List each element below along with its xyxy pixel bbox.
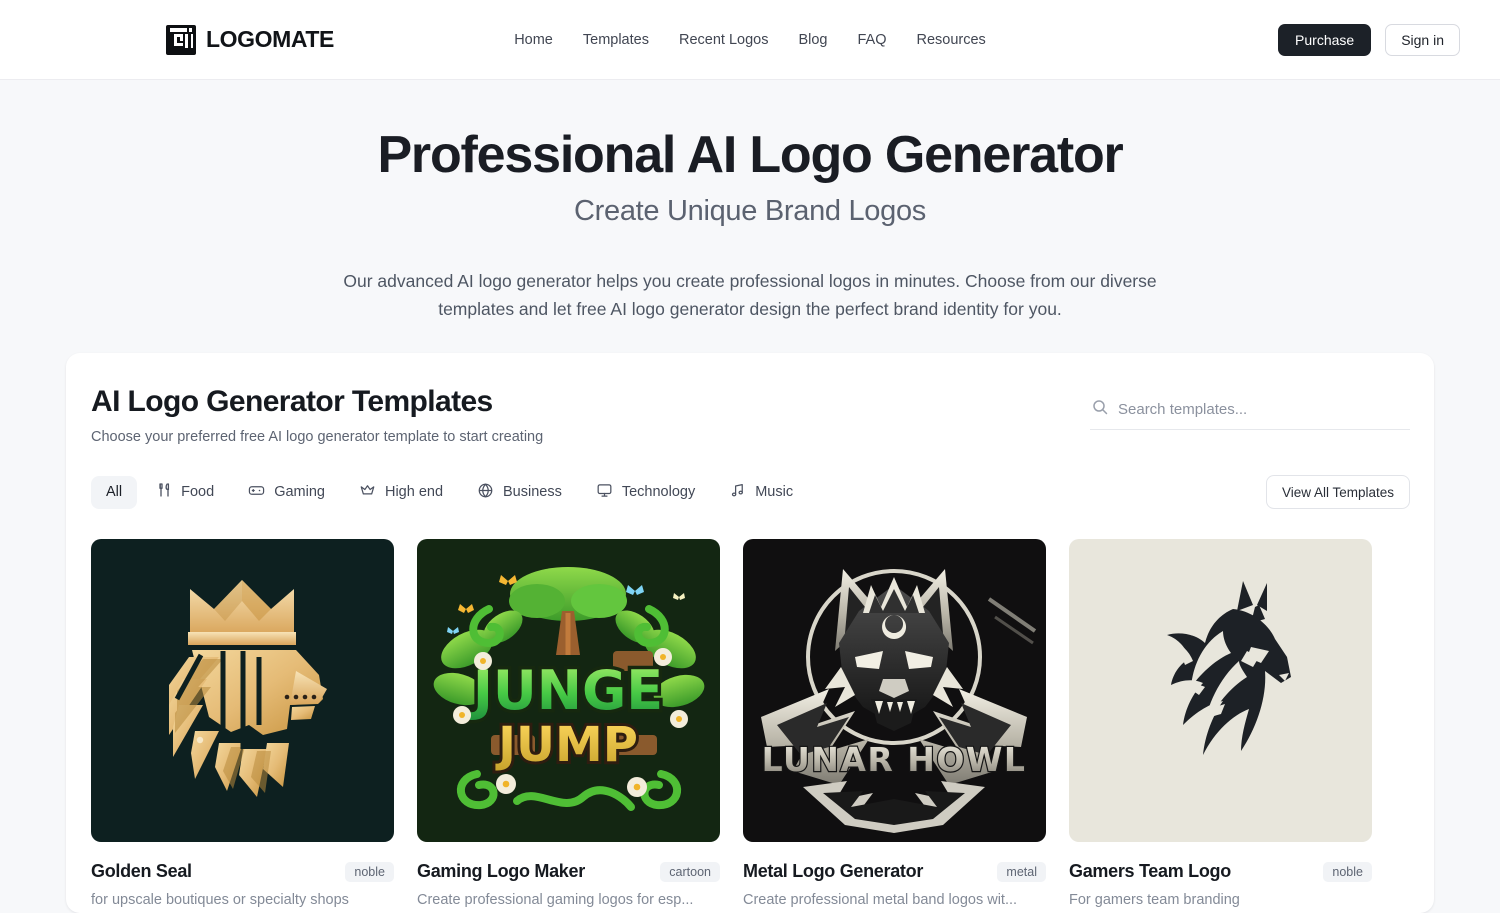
purchase-button[interactable]: Purchase [1278, 23, 1372, 56]
main-nav: Home Templates Recent Logos Blog FAQ Res… [514, 32, 986, 48]
card-title: Gaming Logo Maker [417, 861, 585, 881]
panel-heading-group: AI Logo Generator Templates Choose your … [91, 385, 543, 445]
music-note-icon [729, 482, 746, 503]
card-title: Golden Seal [91, 861, 192, 881]
card-footer: Gaming Logo Maker cartoon Create profess… [417, 861, 720, 908]
card-footer: Metal Logo Generator metal Create profes… [743, 861, 1046, 908]
filter-label: All [106, 484, 123, 500]
site-header: LOGOMATE Home Templates Recent Logos Blo… [0, 0, 1500, 80]
template-thumbnail-golden-seal[interactable] [91, 539, 394, 842]
template-card-grid: Golden Seal noble for upscale boutiques … [90, 539, 1410, 908]
category-filters: All Food Gaming High end Business Techno… [90, 475, 1410, 509]
card-title: Gamers Team Logo [1069, 861, 1231, 881]
hero-section: Professional AI Logo Generator Create Un… [0, 80, 1500, 323]
brand-logo[interactable]: LOGOMATE [166, 24, 334, 55]
filter-label: Music [755, 484, 794, 500]
nav-item-home[interactable]: Home [514, 32, 553, 48]
template-card[interactable]: JUNGE JUMP Gaming Logo Maker cartoon Cre… [417, 539, 720, 908]
status-badge: cartoon [660, 861, 720, 882]
template-card[interactable]: Gamers Team Logo noble For gamers team b… [1069, 539, 1372, 908]
template-thumbnail-gamers-team-logo[interactable] [1069, 539, 1372, 842]
page-subtitle: Create Unique Brand Logos [573, 194, 926, 227]
filter-chip-business[interactable]: Business [462, 476, 577, 509]
card-footer: Gamers Team Logo noble For gamers team b… [1069, 861, 1372, 908]
card-description: for upscale boutiques or specialty shops [91, 892, 349, 908]
globe-icon [477, 482, 494, 503]
panel-subtitle: Choose your preferred free AI logo gener… [91, 429, 544, 445]
card-description: Create professional metal band logos wit… [743, 892, 1018, 908]
monitor-icon [596, 482, 613, 503]
status-badge: noble [1323, 861, 1372, 882]
filter-chip-music[interactable]: Music [714, 476, 808, 509]
filter-chip-technology[interactable]: Technology [581, 476, 710, 509]
search-box[interactable] [1090, 399, 1410, 430]
template-card[interactable]: Golden Seal noble for upscale boutiques … [91, 539, 394, 908]
gamepad-icon [248, 482, 265, 503]
filter-chip-food[interactable]: Food [141, 476, 229, 509]
card-description: For gamers team branding [1069, 892, 1240, 908]
nav-item-recent-logos[interactable]: Recent Logos [679, 32, 768, 48]
panel-header: AI Logo Generator Templates Choose your … [90, 385, 1410, 445]
filter-label: Food [181, 484, 215, 500]
panel-title: AI Logo Generator Templates [91, 385, 493, 418]
filter-chip-all[interactable]: All [91, 475, 138, 509]
nav-item-blog[interactable]: Blog [798, 32, 827, 48]
card-title: Metal Logo Generator [743, 861, 924, 881]
nav-item-resources[interactable]: Resources [917, 32, 986, 48]
filter-label: Technology [621, 484, 696, 500]
nav-item-faq[interactable]: FAQ [857, 32, 886, 48]
search-input[interactable] [1118, 401, 1408, 418]
brand-name: LOGOMATE [206, 26, 334, 52]
filter-chip-gaming[interactable]: Gaming [233, 476, 340, 509]
filter-chip-high-end[interactable]: High end [344, 476, 458, 509]
status-badge: metal [997, 861, 1046, 882]
page-title: Professional AI Logo Generator [377, 126, 1123, 184]
filter-label: High end [384, 484, 444, 500]
search-icon [1092, 399, 1108, 420]
filter-label: Business [503, 484, 562, 500]
logomate-square-mark-icon [166, 24, 196, 55]
thumbnail-art-text: JUMP [495, 717, 638, 773]
card-footer: Golden Seal noble for upscale boutiques … [91, 861, 394, 908]
thumbnail-art-text: JUNGE [469, 659, 663, 722]
header-actions: Purchase Sign in [1278, 23, 1460, 56]
filter-label: Gaming [274, 484, 325, 500]
thumbnail-art-text: LUNAR HOWL [762, 740, 1027, 779]
crown-icon [359, 482, 376, 503]
template-thumbnail-gaming-logo[interactable]: JUNGE JUMP [417, 539, 720, 842]
view-all-templates-button[interactable]: View All Templates [1265, 475, 1410, 509]
template-thumbnail-metal-logo[interactable]: LUNAR HOWL [743, 539, 1046, 842]
card-description: Create professional gaming logos for esp… [417, 892, 694, 908]
hero-description: Our advanced AI logo generator helps you… [343, 270, 1157, 319]
template-card[interactable]: LUNAR HOWL Metal Logo Generator metal Cr… [743, 539, 1046, 908]
fork-knife-icon [156, 482, 172, 502]
nav-item-templates[interactable]: Templates [583, 32, 649, 48]
status-badge: noble [345, 861, 394, 882]
templates-panel: AI Logo Generator Templates Choose your … [66, 353, 1434, 913]
signin-button[interactable]: Sign in [1385, 23, 1460, 56]
